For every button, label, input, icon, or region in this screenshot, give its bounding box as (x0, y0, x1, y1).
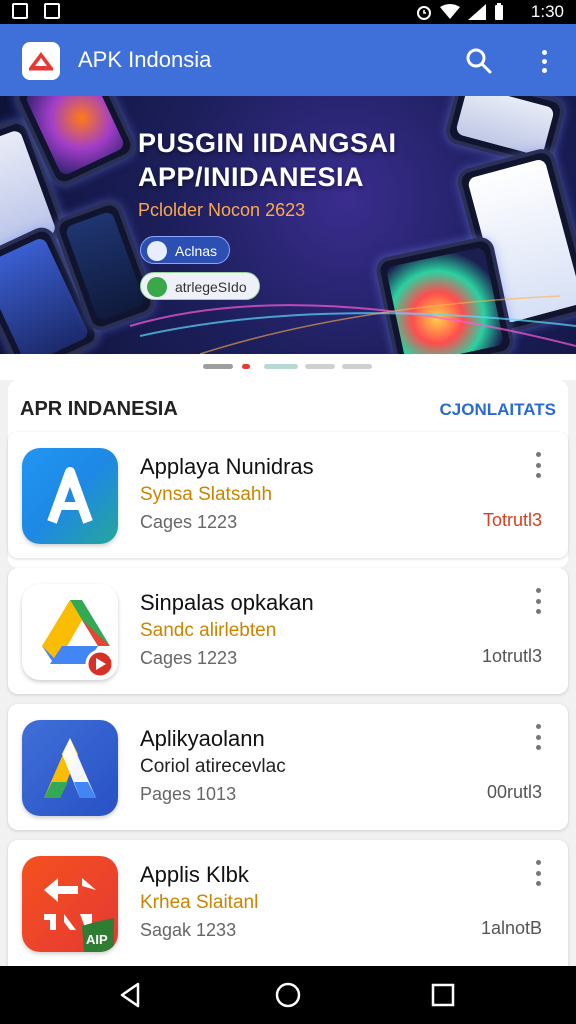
gallery-notification-icon (12, 3, 28, 19)
carousel-dot[interactable] (342, 364, 372, 369)
banner-button-primary[interactable]: Aclnas (140, 236, 231, 264)
app-size: 1otrutl3 (481, 646, 542, 666)
banner-button-label: Aclnas (175, 243, 218, 259)
carousel-dot[interactable] (264, 364, 298, 369)
banner-headline-2: APP/INIDANESIA (138, 162, 365, 192)
section-title: APR INDANESIA (20, 398, 178, 420)
item-menu-icon[interactable] (534, 724, 542, 750)
battery-icon (495, 3, 503, 20)
app-size: 1alnotB (480, 918, 542, 938)
item-menu-icon[interactable] (534, 860, 542, 886)
app-developer: Krhea Slaitanl (140, 892, 259, 913)
carousel-dot[interactable] (203, 364, 233, 369)
app-name: Sinpalas opkakan (140, 590, 314, 615)
overflow-menu-icon[interactable] (530, 46, 558, 76)
alarm-icon (417, 6, 431, 20)
image-notification-icon (44, 3, 60, 19)
android-icon (147, 241, 167, 261)
svg-text:AIP: AIP (86, 932, 108, 947)
app-developer: Coriol atirecevlac (140, 756, 286, 777)
a-blue-icon (22, 448, 118, 544)
item-menu-icon[interactable] (534, 452, 542, 478)
status-bar: 1:30 (0, 0, 576, 24)
status-icons (416, 3, 504, 21)
carousel-indicators (0, 354, 576, 380)
list-item[interactable]: Aplikyaolann Coriol atirecevlac Pages 10… (8, 704, 568, 830)
banner-button-secondary[interactable]: atrlegeSIdo (140, 272, 260, 300)
app-name: Applaya Nunidras (140, 454, 314, 479)
app-name: Applis Klbk (140, 862, 249, 887)
promo-banner[interactable]: PUSGIN IIDANGSAI APP/INIDANESIA Pclolder… (0, 96, 576, 354)
app-developer: Synsa Slatsahh (140, 484, 273, 505)
app-developer: Sandc alirlebten (140, 620, 277, 641)
banner-subtitle: Pclolder Nocon 2623 (138, 200, 306, 220)
app-bar: APK Indonsia (0, 24, 576, 96)
signal-icon (468, 4, 486, 20)
app-title: APK Indonsia (78, 47, 212, 72)
list-item[interactable]: AIP Applis Klbk Krhea Slaitanl Sagak 123… (8, 840, 568, 980)
app-pages: Sagak 1233 (140, 920, 237, 940)
banner-button-label: atrlegeSIdo (175, 279, 247, 295)
carousel-dot[interactable] (305, 364, 335, 369)
app-size: 00rutl3 (486, 782, 542, 802)
back-icon[interactable] (116, 980, 146, 1010)
wifi-icon (440, 4, 460, 19)
download-icon (147, 277, 167, 297)
app-pages: Cages 1223 (140, 512, 238, 532)
a-triangle-icon (22, 720, 118, 816)
search-icon[interactable] (464, 46, 494, 76)
carousel-dot-active[interactable] (242, 364, 250, 369)
drive-icon (22, 584, 118, 680)
recents-icon[interactable] (428, 980, 458, 1010)
apk-red-icon: AIP (22, 856, 118, 952)
item-menu-icon[interactable] (534, 588, 542, 614)
list-item[interactable]: Applaya Nunidras Synsa Slatsahh Cages 12… (8, 432, 568, 558)
app-size: Totrutl3 (482, 510, 542, 530)
banner-headline-1: PUSGIN IIDANGSAI (138, 128, 397, 158)
app-pages: Cages 1223 (140, 648, 238, 668)
app-logo-icon (22, 42, 60, 80)
list-item[interactable]: Sinpalas opkakan Sandc alirlebten Cages … (8, 568, 568, 694)
system-nav-bar (0, 966, 576, 1024)
app-name: Aplikyaolann (140, 726, 265, 751)
app-list-section: APR INDANESIA CJONLAITATS Applaya Nunidr… (0, 362, 576, 980)
see-all-link[interactable]: CJONLAITATS (440, 400, 556, 420)
status-time: 1:30 (530, 2, 564, 21)
home-icon[interactable] (273, 980, 303, 1010)
app-pages: Pages 1013 (140, 784, 237, 804)
